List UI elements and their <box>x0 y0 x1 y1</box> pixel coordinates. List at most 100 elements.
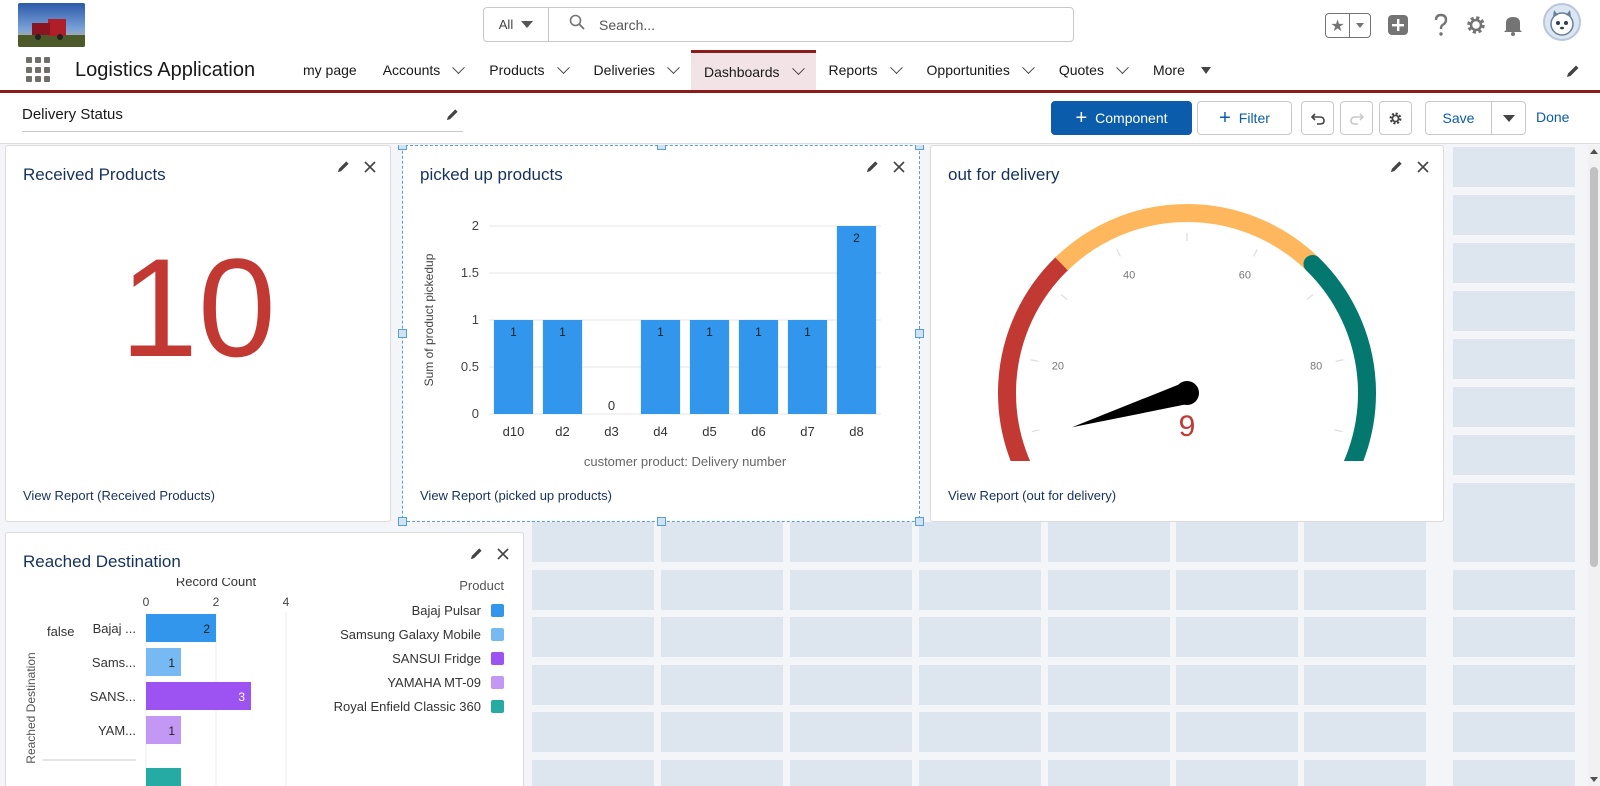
edit-pencil-icon[interactable] <box>866 160 879 178</box>
resize-handle[interactable] <box>657 517 666 526</box>
add-component-button[interactable]: + Component <box>1051 101 1192 135</box>
chevron-down-icon[interactable] <box>556 60 570 74</box>
grid-placeholder-cell <box>1176 665 1298 705</box>
edit-title-pencil-icon[interactable] <box>446 108 459 125</box>
y-tick-label: 1.5 <box>461 265 479 280</box>
close-icon[interactable] <box>364 160 376 178</box>
bar-value-label: 1 <box>168 656 175 670</box>
edit-nav-pencil-icon[interactable] <box>1566 64 1580 83</box>
legend-label: SANSUI Fridge <box>392 650 481 666</box>
save-button[interactable]: Save <box>1425 101 1492 135</box>
nav-item-opportunities[interactable]: Opportunities <box>914 50 1046 90</box>
scroll-down-arrow-icon[interactable] <box>1590 777 1598 782</box>
bar-value-label: 1 <box>706 325 713 339</box>
chevron-down-icon[interactable] <box>889 60 903 74</box>
redo-button[interactable] <box>1340 101 1373 135</box>
nav-item-reports[interactable]: Reports <box>816 50 914 90</box>
chart-legend: Product Bajaj Pulsar Samsung Galaxy Mobil… <box>306 578 504 718</box>
grid-placeholder-cell <box>532 665 654 705</box>
y-tick-label: Bajaj ... <box>93 621 136 636</box>
done-button[interactable]: Done <box>1536 109 1569 125</box>
close-icon[interactable] <box>893 160 905 178</box>
vertical-scrollbar[interactable] <box>1588 145 1600 786</box>
save-options-menu-button[interactable] <box>1491 101 1526 135</box>
widget-picked-up-products[interactable]: picked up products 0 0.5 1 1.5 2 1 d10 1 d2 0 d3 1 d… <box>398 145 924 526</box>
grid-placeholder-cell <box>532 760 654 786</box>
view-report-link[interactable]: View Report (picked up products) <box>420 488 612 503</box>
close-icon[interactable] <box>497 547 509 565</box>
grid-placeholder-cell <box>1304 712 1426 752</box>
y-tick-label: 1 <box>472 312 479 327</box>
resize-handle[interactable] <box>657 145 666 150</box>
favorites-list-button[interactable] <box>1350 14 1370 37</box>
edit-pencil-icon[interactable] <box>470 547 483 565</box>
close-icon[interactable] <box>1417 160 1429 178</box>
x-tick-label: d10 <box>503 424 525 439</box>
grid-placeholder-cell <box>1176 570 1298 610</box>
dashboard-properties-button[interactable] <box>1379 101 1412 135</box>
search-input[interactable] <box>599 16 999 33</box>
x-tick-label: 2 <box>213 595 220 609</box>
search-scope-dropdown[interactable]: All <box>484 8 549 41</box>
grid-placeholder-cell <box>919 617 1041 657</box>
resize-handle[interactable] <box>398 145 407 150</box>
dashboard-title-field[interactable]: Delivery Status <box>22 106 463 132</box>
nav-item-more[interactable]: More <box>1140 50 1224 90</box>
dashboard-edit-toolbar: Delivery Status + Component + Filter Sav… <box>0 93 1600 144</box>
chart-bar[interactable] <box>146 768 181 786</box>
chevron-down-icon[interactable] <box>1116 60 1129 74</box>
scroll-up-arrow-icon[interactable] <box>1590 149 1598 154</box>
resize-handle[interactable] <box>915 517 924 526</box>
nav-item-my-page[interactable]: my page <box>290 50 370 90</box>
nav-item-quotes[interactable]: Quotes <box>1046 50 1140 90</box>
view-report-link[interactable]: View Report (Received Products) <box>23 488 215 503</box>
notifications-bell-icon[interactable] <box>1500 12 1526 38</box>
user-avatar[interactable] <box>1543 3 1581 41</box>
favorites-star-icon[interactable]: ★ <box>1326 14 1350 37</box>
nav-item-deliveries[interactable]: Deliveries <box>581 50 691 90</box>
edit-pencil-icon[interactable] <box>337 160 350 178</box>
x-axis-title: customer product: Delivery number <box>584 454 787 469</box>
widget-received-products[interactable]: Received Products 10 View Report (Receiv… <box>5 145 391 522</box>
global-search: All <box>483 7 1074 42</box>
resize-handle[interactable] <box>915 145 924 150</box>
y-tick-label: Sams... <box>92 655 136 670</box>
chart-bar[interactable] <box>836 226 877 414</box>
undo-button[interactable] <box>1301 101 1334 135</box>
company-logo[interactable] <box>18 3 85 47</box>
chevron-down-icon[interactable] <box>667 60 680 74</box>
view-report-link[interactable]: View Report (out for delivery) <box>948 488 1116 503</box>
setup-gear-icon[interactable] <box>1463 12 1489 38</box>
widget-reached-destination[interactable]: Reached Destination Record Count 0 2 4 2 Baja… <box>5 532 524 786</box>
nav-items: my page Accounts Products Deliveries Das… <box>290 50 1224 90</box>
grid-placeholder-cell <box>1048 522 1170 562</box>
scroll-thumb[interactable] <box>1590 167 1598 567</box>
resize-handle[interactable] <box>398 329 407 338</box>
nav-item-products[interactable]: Products <box>476 50 580 90</box>
chevron-down-icon[interactable] <box>1021 60 1035 74</box>
chart-bar[interactable] <box>146 648 181 676</box>
nav-item-label: More <box>1152 62 1185 78</box>
add-filter-button[interactable]: + Filter <box>1197 101 1292 135</box>
resize-handle[interactable] <box>398 517 407 526</box>
nav-item-dashboards[interactable]: Dashboards <box>691 50 816 90</box>
grid-placeholder-cell <box>1453 570 1575 610</box>
grid-placeholder-cell <box>790 522 912 562</box>
global-actions-add-icon[interactable] <box>1385 12 1411 38</box>
chevron-down-icon[interactable] <box>452 60 466 74</box>
legend-swatch <box>491 675 504 689</box>
nav-item-label: Deliveries <box>593 62 656 78</box>
chevron-down-icon[interactable] <box>791 62 805 76</box>
gauge-tick-label: 80 <box>1310 361 1322 373</box>
widget-out-for-delivery[interactable]: out for delivery 0204060801009 View Repo… <box>930 145 1444 522</box>
gauge-tick <box>1031 429 1040 433</box>
metric-value: 10 <box>120 229 276 386</box>
y-tick-label: YAM... <box>98 723 136 738</box>
help-icon[interactable] <box>1428 12 1454 38</box>
nav-item-accounts[interactable]: Accounts <box>370 50 477 90</box>
chart-bar[interactable] <box>146 716 181 744</box>
edit-pencil-icon[interactable] <box>1390 160 1403 178</box>
chart-bar[interactable] <box>146 682 251 710</box>
app-launcher-waffle-icon[interactable] <box>26 57 52 83</box>
resize-handle[interactable] <box>915 329 924 338</box>
